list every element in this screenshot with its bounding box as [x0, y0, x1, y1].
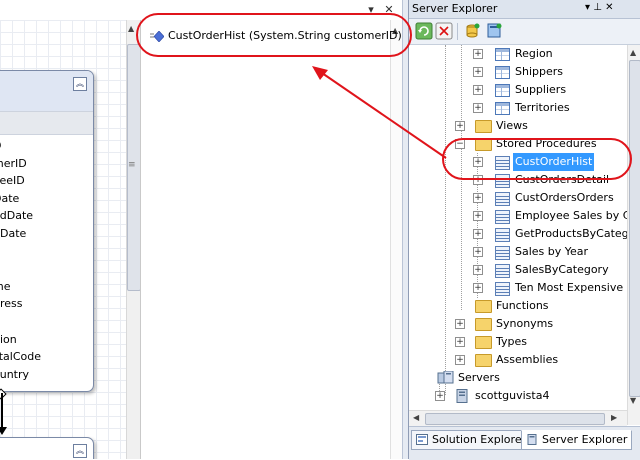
annotation-arrow — [312, 66, 447, 159]
